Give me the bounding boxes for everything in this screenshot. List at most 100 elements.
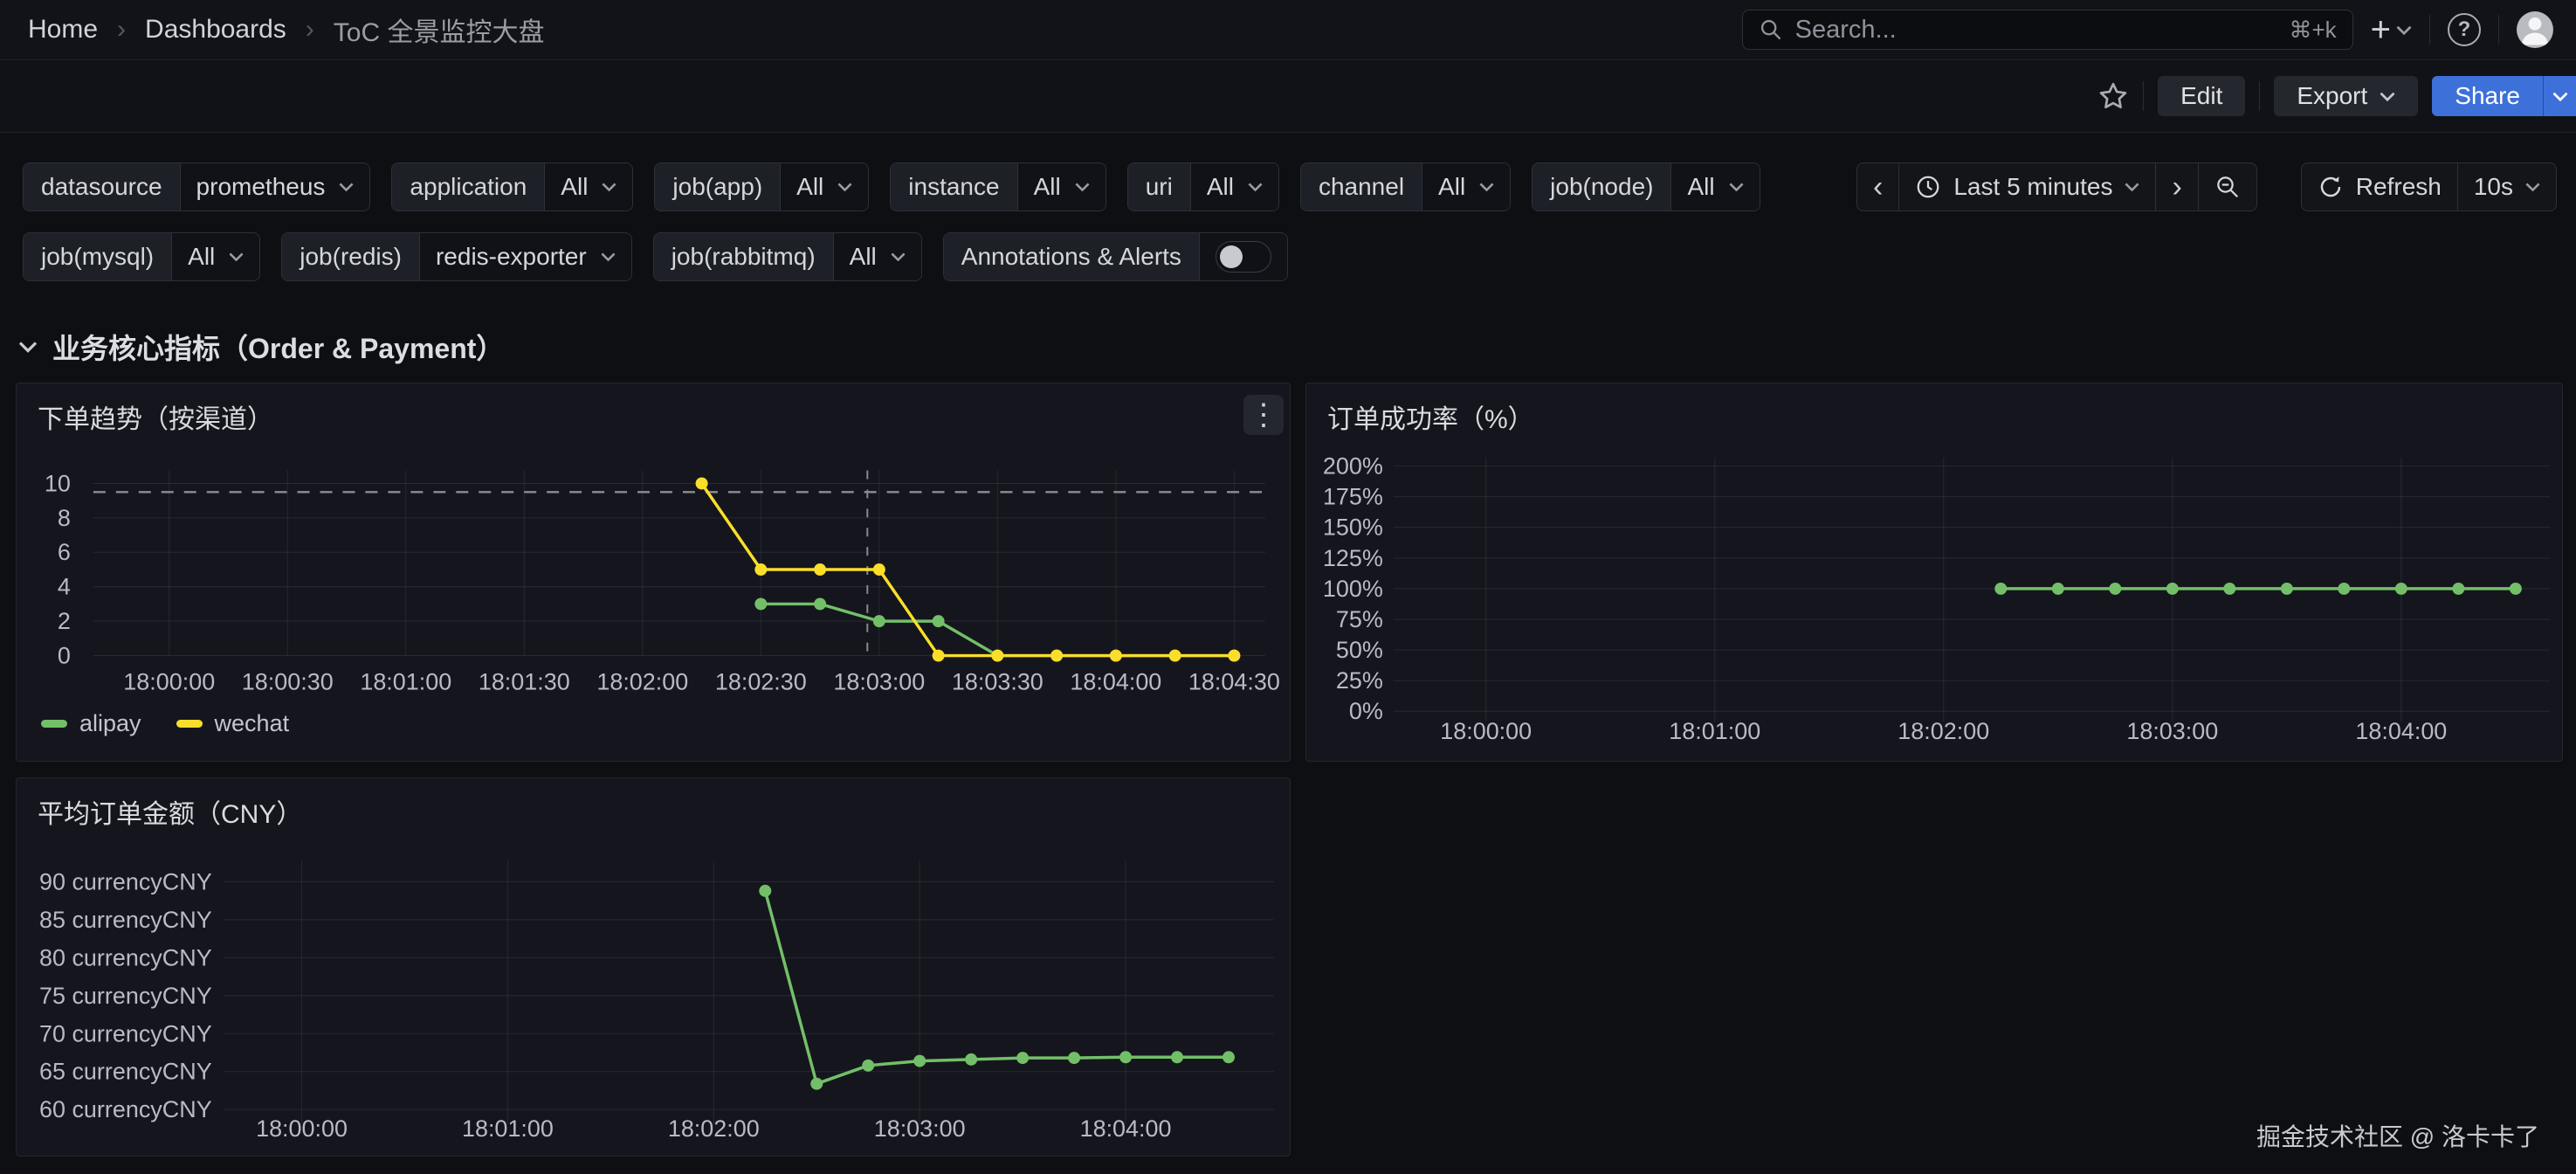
panel-title[interactable]: 下单趋势（按渠道） (38, 397, 273, 436)
svg-text:18:04:00: 18:04:00 (1070, 668, 1161, 694)
svg-text:18:02:00: 18:02:00 (668, 1115, 760, 1142)
search-input[interactable]: Search... ⌘+k (1742, 10, 2353, 50)
zoom-out-icon (2214, 174, 2241, 200)
favorite-star-button[interactable] (2097, 80, 2129, 112)
time-range-picker[interactable]: Last 5 minutes (1899, 163, 2156, 211)
svg-text:8: 8 (58, 505, 71, 531)
variable-value-dropdown[interactable]: All (1018, 163, 1105, 211)
svg-text:175%: 175% (1323, 484, 1383, 510)
chevron-down-icon (2125, 183, 2139, 191)
legend-order-trend: alipay wechat (41, 710, 289, 737)
variable-value: All (1687, 173, 1714, 201)
legend-item-alipay[interactable]: alipay (41, 710, 141, 737)
export-button[interactable]: Export (2274, 76, 2418, 116)
svg-text:25%: 25% (1336, 667, 1383, 694)
svg-text:18:00:00: 18:00:00 (123, 668, 215, 694)
legend-item-wechat[interactable]: wechat (176, 710, 290, 737)
panel-success-rate: 订单成功率（%） 18:00:0018:01:0018:02:0018:03:0… (1305, 383, 2563, 762)
legend-series-name: wechat (215, 710, 290, 737)
variable-value-dropdown[interactable]: All (172, 233, 259, 280)
variables-row-1: datasource prometheus application All jo… (0, 162, 2576, 211)
variables-row-2: job(mysql) All job(redis) redis-exporter… (0, 232, 2576, 281)
svg-text:18:04:00: 18:04:00 (1080, 1115, 1172, 1142)
annotations-alerts-control: Annotations & Alerts (943, 232, 1288, 281)
refresh-label: Refresh (2356, 173, 2442, 201)
legend-series-color (176, 720, 203, 728)
chevron-right-icon: › (2172, 172, 2181, 202)
watermark-text: 掘金技术社区 @ 洛卡卡了 (2256, 1118, 2539, 1153)
search-icon (1759, 17, 1783, 42)
variable-value-dropdown[interactable]: All (781, 163, 868, 211)
variable-job-redis: job(redis) redis-exporter (281, 232, 631, 281)
success-rate-chart[interactable]: 18:00:0018:01:0018:02:0018:03:0018:04:00… (1306, 383, 2562, 761)
variable-label: job(mysql) (24, 233, 172, 280)
export-button-label: Export (2297, 82, 2367, 110)
row-section-header[interactable]: 业务核心指标（Order & Payment） (17, 327, 504, 367)
variable-label: datasource (24, 163, 181, 211)
variable-value: redis-exporter (436, 243, 587, 271)
svg-text:2: 2 (58, 608, 71, 634)
svg-text:125%: 125% (1323, 545, 1383, 571)
svg-text:18:02:30: 18:02:30 (715, 668, 807, 694)
user-avatar[interactable] (2517, 11, 2553, 48)
variable-label: job(app) (655, 163, 781, 211)
breadcrumb-separator-icon: › (306, 15, 314, 45)
svg-text:18:03:00: 18:03:00 (2126, 718, 2218, 744)
help-button[interactable]: ? (2448, 13, 2481, 46)
topnav-actions: Search... ⌘+k + ? (1742, 10, 2553, 50)
svg-text:75%: 75% (1336, 606, 1383, 632)
variable-datasource: datasource prometheus (23, 162, 370, 211)
refresh-interval-dropdown[interactable]: 10s (2458, 163, 2556, 211)
question-mark-icon: ? (2448, 13, 2481, 46)
variable-label: application (392, 163, 545, 211)
chevron-down-icon (17, 340, 38, 354)
refresh-button[interactable]: Refresh (2302, 163, 2458, 211)
order-trend-chart[interactable]: 18:00:0018:00:3018:01:0018:01:3018:02:00… (17, 383, 1290, 761)
legend-series-name: alipay (79, 710, 141, 737)
plus-icon: + (2371, 12, 2391, 47)
variable-job-mysql: job(mysql) All (23, 232, 260, 281)
chevron-down-icon (2525, 183, 2540, 191)
clock-icon (1915, 174, 1941, 200)
panel-menu-button[interactable]: ⋮ (1243, 395, 1284, 435)
variable-value-dropdown[interactable]: All (1671, 163, 1759, 211)
svg-text:60 currencyCNY: 60 currencyCNY (39, 1096, 212, 1122)
chevron-down-icon (1248, 183, 1263, 191)
zoom-out-button[interactable] (2199, 163, 2256, 211)
variable-instance: instance All (890, 162, 1105, 211)
svg-text:70 currencyCNY: 70 currencyCNY (39, 1020, 212, 1046)
chevron-down-icon (229, 252, 244, 261)
panel-title[interactable]: 平均订单金额（CNY） (38, 792, 302, 831)
panel-avg-order-value: 平均订单金额（CNY） 18:00:0018:01:0018:02:0018:0… (16, 777, 1291, 1157)
panel-title[interactable]: 订单成功率（%） (1327, 397, 1534, 436)
svg-text:75 currencyCNY: 75 currencyCNY (39, 983, 212, 1009)
variable-value: All (188, 243, 215, 271)
variable-label: uri (1128, 163, 1191, 211)
variable-value-dropdown[interactable]: prometheus (181, 163, 370, 211)
variable-label: job(node) (1533, 163, 1671, 211)
toggle-knob (1220, 245, 1243, 268)
grafana-dashboard: Home › Dashboards › ToC 全景监控大盘 Search...… (0, 0, 2576, 1174)
variable-value-dropdown[interactable]: All (1422, 163, 1510, 211)
avg-order-value-chart[interactable]: 18:00:0018:01:0018:02:0018:03:0018:04:00… (17, 778, 1290, 1156)
breadcrumb-home[interactable]: Home (28, 15, 98, 45)
share-button[interactable]: Share (2432, 76, 2543, 116)
share-dropdown-button[interactable] (2543, 76, 2576, 116)
annotations-toggle-wrap (1200, 233, 1287, 280)
time-back-button[interactable]: ‹ (1857, 163, 1899, 211)
time-forward-button[interactable]: › (2156, 163, 2198, 211)
variable-value-dropdown[interactable]: All (545, 163, 632, 211)
breadcrumb-dashboards[interactable]: Dashboards (145, 15, 286, 45)
variable-value-dropdown[interactable]: All (1191, 163, 1278, 211)
svg-text:65 currencyCNY: 65 currencyCNY (39, 1059, 212, 1085)
variable-value: All (1207, 173, 1234, 201)
breadcrumb-separator-icon: › (117, 15, 126, 45)
chevron-down-icon (339, 183, 354, 191)
svg-text:18:00:30: 18:00:30 (242, 668, 334, 694)
add-button[interactable]: + (2371, 12, 2412, 47)
person-icon (2517, 11, 2553, 48)
annotations-toggle[interactable] (1216, 241, 1271, 273)
edit-button[interactable]: Edit (2158, 76, 2245, 116)
variable-value-dropdown[interactable]: All (834, 233, 921, 280)
variable-value-dropdown[interactable]: redis-exporter (420, 233, 631, 280)
